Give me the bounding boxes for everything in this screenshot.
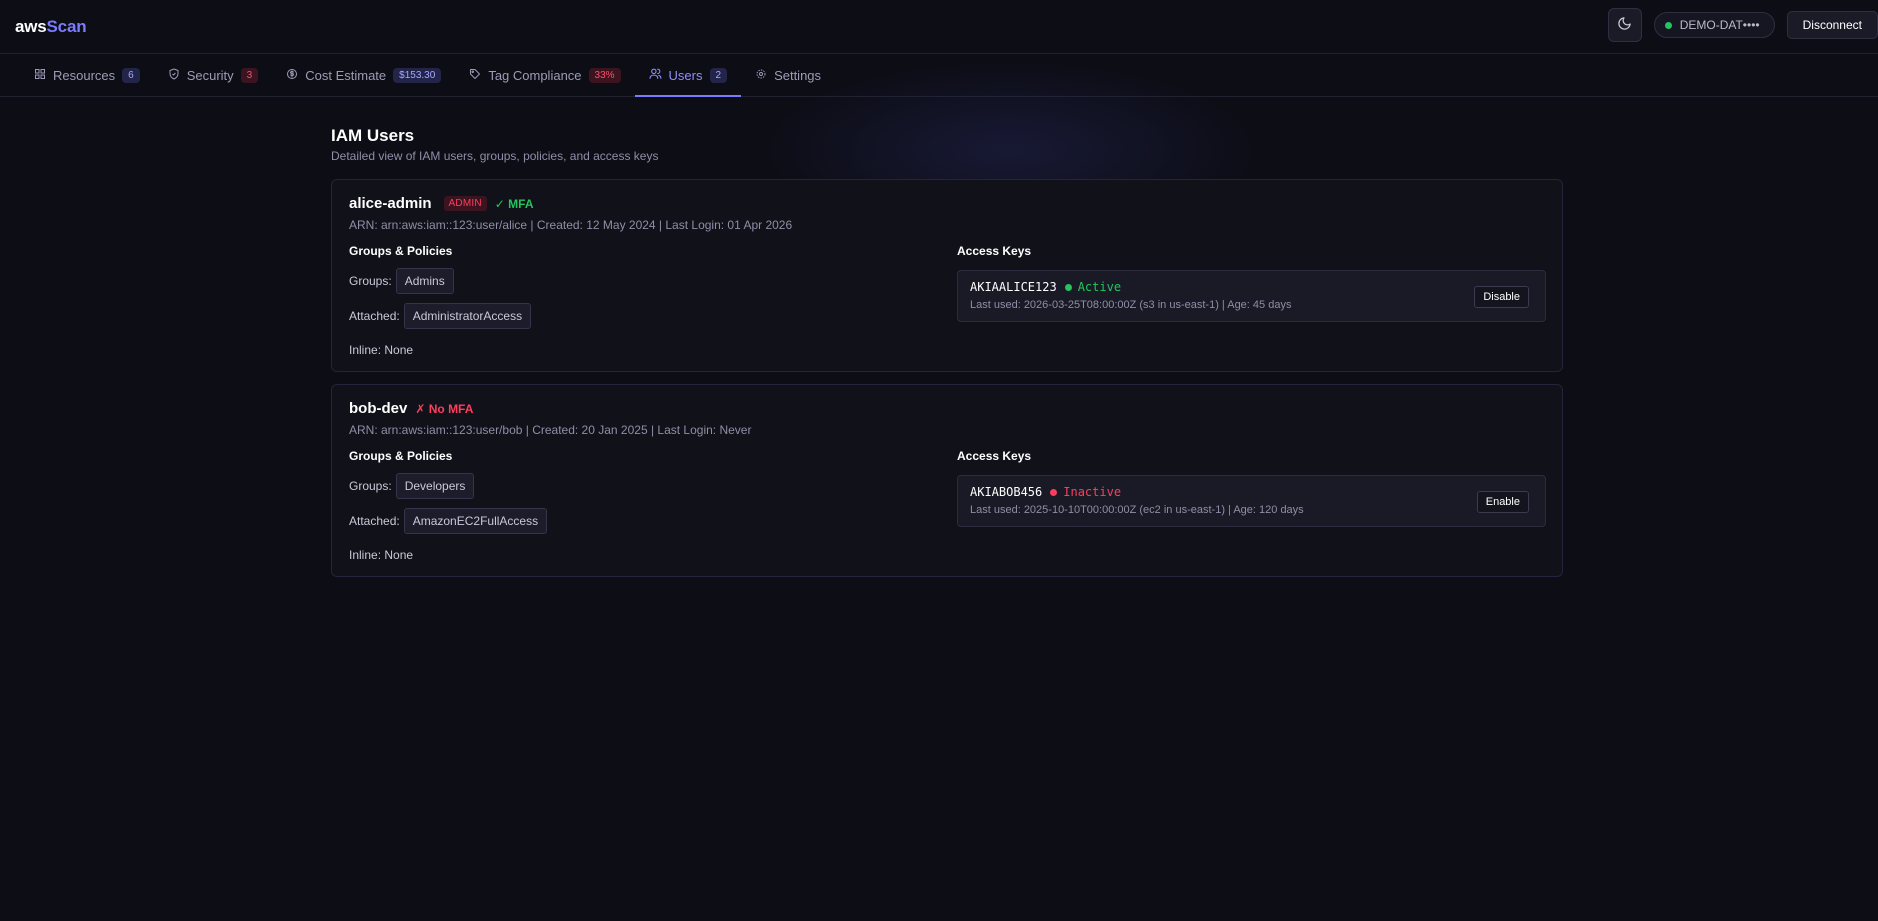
key-status-label: Active xyxy=(1077,280,1122,294)
section-title: Groups & Policies xyxy=(349,244,453,258)
inline-policies: Inline: None xyxy=(349,343,414,357)
enable-key-button[interactable]: Enable xyxy=(1476,491,1529,513)
shield-icon xyxy=(168,68,187,83)
attached-row: Attached: AdministratorAccess xyxy=(349,303,957,329)
access-key-id: AKIAALICE123 xyxy=(970,280,1057,294)
theme-toggle-button[interactable] xyxy=(1607,8,1642,42)
tab-security[interactable]: Security 3 xyxy=(154,54,273,96)
groups-row: Groups: Developers xyxy=(349,473,957,499)
user-name: alice-admin xyxy=(349,195,432,212)
mfa-status: ✓ MFA xyxy=(494,196,534,211)
connection-label: DEMO-DAT•••• xyxy=(1679,18,1760,32)
tab-users[interactable]: Users 2 xyxy=(634,54,742,97)
tab-label: Tag Compliance xyxy=(488,67,582,83)
disable-key-button[interactable]: Disable xyxy=(1474,286,1529,308)
access-key-last-used: Last used: 2026-03-25T08:00:00Z (s3 in u… xyxy=(970,299,1292,311)
disconnect-button[interactable]: Disconnect xyxy=(1786,11,1878,39)
groups-policies-section: Groups & Policies Groups: Admins Attache… xyxy=(349,244,957,357)
user-details: Groups & Policies Groups: Developers Att… xyxy=(349,449,1546,562)
key-status-badge: Active xyxy=(1064,280,1122,294)
access-keys-section: Access Keys AKIABOB456 Inactive Last use… xyxy=(957,449,1546,562)
key-status-label: Inactive xyxy=(1063,485,1122,499)
dollar-icon xyxy=(286,68,305,83)
logo-scan: Scan xyxy=(46,16,87,36)
tab-tag-compliance[interactable]: Tag Compliance 33% xyxy=(455,54,634,96)
key-status-badge: Inactive xyxy=(1050,485,1121,499)
group-chip[interactable]: Admins xyxy=(395,268,454,294)
tab-resources[interactable]: Resources 6 xyxy=(20,54,154,96)
tab-badge: 33% xyxy=(588,67,621,83)
tab-bar: Resources 6 Security 3 Cost Estimate $15… xyxy=(0,54,1878,97)
access-key-last-used: Last used: 2025-10-10T00:00:00Z (ec2 in … xyxy=(970,504,1304,516)
main-content: IAM Users Detailed view of IAM users, gr… xyxy=(331,126,1563,577)
tab-label: Security xyxy=(186,67,234,83)
tab-badge: 3 xyxy=(240,67,259,83)
groups-policies-section: Groups & Policies Groups: Developers Att… xyxy=(349,449,957,562)
users-icon xyxy=(649,67,669,83)
user-details: Groups & Policies Groups: Admins Attache… xyxy=(349,244,1546,357)
page-subtitle: Detailed view of IAM users, groups, poli… xyxy=(331,149,659,163)
moon-icon xyxy=(1617,16,1632,34)
tab-badge: 2 xyxy=(709,67,728,83)
section-title: Access Keys xyxy=(957,449,1032,463)
user-card: bob-dev ✗ No MFA ARN: arn:aws:iam::123:u… xyxy=(331,384,1563,577)
groups-label: Groups: xyxy=(349,479,392,493)
attached-label: Attached: xyxy=(349,514,400,528)
mfa-status: ✗ No MFA xyxy=(415,401,474,416)
group-chip[interactable]: Developers xyxy=(395,473,475,499)
user-meta: ARN: arn:aws:iam::123:user/bob | Created… xyxy=(349,423,752,437)
app-logo[interactable]: awsScan xyxy=(15,16,87,37)
access-key-item: AKIAALICE123 Active Last used: 2026-03-2… xyxy=(957,270,1546,322)
inline-policies: Inline: None xyxy=(349,548,414,562)
gear-icon xyxy=(755,68,774,83)
access-key-header: AKIAALICE123 Active xyxy=(970,280,1531,294)
status-dot-icon xyxy=(1064,283,1072,291)
connection-status[interactable]: DEMO-DAT•••• xyxy=(1653,12,1775,38)
access-key-id: AKIABOB456 xyxy=(970,485,1043,499)
tab-label: Settings xyxy=(774,67,822,83)
tab-settings[interactable]: Settings xyxy=(741,54,835,96)
grid-icon xyxy=(34,68,53,83)
attached-label: Attached: xyxy=(349,309,400,323)
tab-badge: 6 xyxy=(122,67,140,83)
user-card: alice-admin ADMIN ✓ MFA ARN: arn:aws:iam… xyxy=(331,179,1563,372)
access-keys-section: Access Keys AKIAALICE123 Active Last use… xyxy=(957,244,1546,357)
access-key-header: AKIABOB456 Inactive xyxy=(970,485,1531,499)
tab-cost-estimate[interactable]: Cost Estimate $153.30 xyxy=(272,54,455,96)
tab-label: Users xyxy=(668,67,703,83)
header-actions: DEMO-DAT•••• Disconnect xyxy=(1607,8,1878,42)
admin-badge: ADMIN xyxy=(443,196,487,211)
user-header: alice-admin ADMIN ✓ MFA xyxy=(349,195,1546,212)
access-key-item: AKIABOB456 Inactive Last used: 2025-10-1… xyxy=(957,475,1546,527)
user-name: bob-dev xyxy=(349,400,408,417)
tab-badge: $153.30 xyxy=(393,67,442,83)
status-dot-icon xyxy=(1050,488,1058,496)
tab-label: Resources xyxy=(53,67,116,83)
policy-chip[interactable]: AdministratorAccess xyxy=(403,303,532,329)
top-bar: awsScan DEMO-DAT•••• Disconnect xyxy=(0,0,1878,54)
tag-icon xyxy=(469,68,488,83)
policy-chip[interactable]: AmazonEC2FullAccess xyxy=(403,508,548,534)
groups-row: Groups: Admins xyxy=(349,268,957,294)
groups-label: Groups: xyxy=(349,274,392,288)
section-title: Groups & Policies xyxy=(349,449,453,463)
user-meta: ARN: arn:aws:iam::123:user/alice | Creat… xyxy=(349,218,793,232)
user-header: bob-dev ✗ No MFA xyxy=(349,400,1546,417)
connection-dot xyxy=(1664,21,1672,29)
tab-label: Cost Estimate xyxy=(305,67,387,83)
page-title: IAM Users xyxy=(331,126,415,145)
logo-aws: aws xyxy=(15,16,47,36)
attached-row: Attached: AmazonEC2FullAccess xyxy=(349,508,957,534)
section-title: Access Keys xyxy=(957,244,1032,258)
